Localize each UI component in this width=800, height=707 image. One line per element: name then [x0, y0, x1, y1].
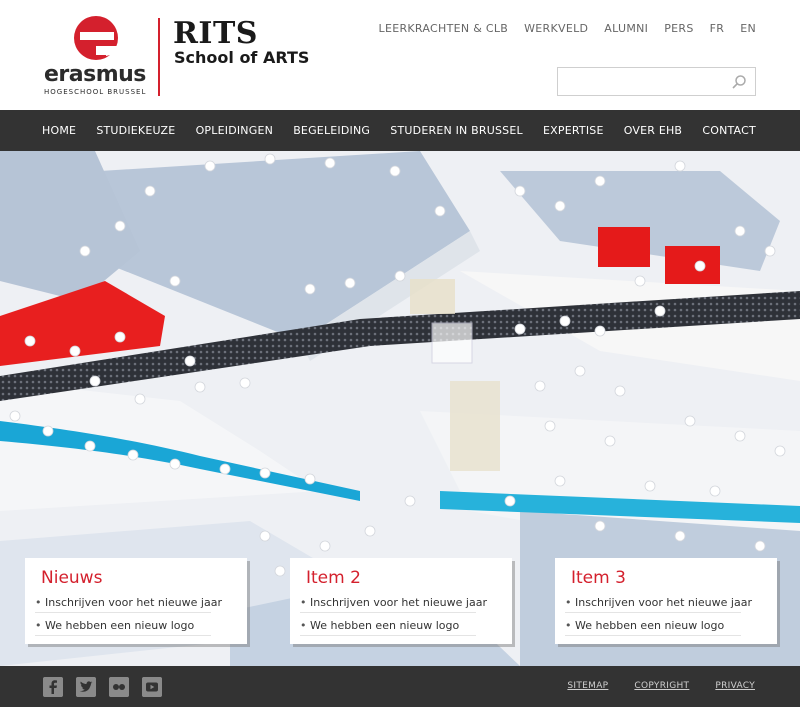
- card-link: We hebben een nieuw logo: [35, 619, 211, 636]
- footer-link-privacy[interactable]: PRIVACY: [715, 681, 755, 691]
- footer-links: SITEMAP COPYRIGHT PRIVACY: [567, 681, 755, 691]
- card-link: We hebben een nieuw logo: [565, 619, 741, 636]
- card-link-text[interactable]: We hebben een nieuw logo: [310, 619, 459, 632]
- top-link-fr[interactable]: FR: [710, 22, 725, 35]
- logo-divider: [158, 18, 160, 96]
- facebook-icon[interactable]: [43, 677, 63, 697]
- top-link-leerkrachten[interactable]: LEERKRACHTEN & CLB: [379, 22, 509, 35]
- flickr-icon[interactable]: [109, 677, 129, 697]
- card-link: We hebben een nieuw logo: [300, 619, 476, 636]
- top-links: LEERKRACHTEN & CLB WERKVELD ALUMNI PERS …: [379, 22, 756, 35]
- card-link-text[interactable]: We hebben een nieuw logo: [575, 619, 724, 632]
- school-subtitle: School of ARTS: [174, 48, 310, 67]
- card-title[interactable]: Item 2: [306, 568, 512, 588]
- card-link: Inschrijven voor het nieuwe jaar: [565, 596, 752, 613]
- site-header: erasmus HOGESCHOOL BRUSSEL RITS School o…: [0, 0, 800, 110]
- search-box: [557, 67, 756, 96]
- footer-link-sitemap[interactable]: SITEMAP: [567, 681, 608, 691]
- card-link-text[interactable]: Inschrijven voor het nieuwe jaar: [310, 596, 487, 609]
- news-card: Nieuws Inschrijven voor het nieuwe jaar …: [25, 558, 247, 644]
- item3-card: Item 3 Inschrijven voor het nieuwe jaar …: [555, 558, 777, 644]
- top-link-en[interactable]: EN: [740, 22, 756, 35]
- social-links: [43, 677, 162, 697]
- nav-item-expertise[interactable]: EXPERTISE: [543, 124, 604, 137]
- site-footer: SITEMAP COPYRIGHT PRIVACY: [0, 666, 800, 707]
- nav-item-studeren-in-brussel[interactable]: STUDEREN IN BRUSSEL: [390, 124, 523, 137]
- twitter-icon[interactable]: [76, 677, 96, 697]
- top-link-pers[interactable]: PERS: [664, 22, 693, 35]
- search-input[interactable]: [558, 68, 728, 95]
- nav-item-begeleiding[interactable]: BEGELEIDING: [293, 124, 370, 137]
- card-title[interactable]: Nieuws: [41, 568, 247, 588]
- logo-wordmark: erasmus: [44, 62, 146, 87]
- footer-link-copyright[interactable]: COPYRIGHT: [634, 681, 689, 691]
- logo-subtitle: HOGESCHOOL BRUSSEL: [44, 88, 147, 96]
- card-link-text[interactable]: Inschrijven voor het nieuwe jaar: [575, 596, 752, 609]
- nav-item-home[interactable]: HOME: [42, 124, 76, 137]
- top-link-werkveld[interactable]: WERKVELD: [524, 22, 588, 35]
- card-title[interactable]: Item 3: [571, 568, 777, 588]
- main-nav: HOME STUDIEKEUZE OPLEIDINGEN BEGELEIDING…: [0, 110, 800, 151]
- nav-item-studiekeuze[interactable]: STUDIEKEUZE: [96, 124, 175, 137]
- youtube-icon[interactable]: [142, 677, 162, 697]
- search-icon[interactable]: [731, 74, 747, 90]
- card-link: Inschrijven voor het nieuwe jaar: [300, 596, 487, 613]
- top-link-alumni[interactable]: ALUMNI: [604, 22, 648, 35]
- nav-item-over-ehb[interactable]: OVER EHB: [624, 124, 682, 137]
- nav-item-opleidingen[interactable]: OPLEIDINGEN: [196, 124, 273, 137]
- school-title: RITS: [173, 16, 258, 51]
- card-link-text[interactable]: Inschrijven voor het nieuwe jaar: [45, 596, 222, 609]
- card-link-text[interactable]: We hebben een nieuw logo: [45, 619, 194, 632]
- card-link: Inschrijven voor het nieuwe jaar: [35, 596, 222, 613]
- item2-card: Item 2 Inschrijven voor het nieuwe jaar …: [290, 558, 512, 644]
- nav-item-contact[interactable]: CONTACT: [702, 124, 756, 137]
